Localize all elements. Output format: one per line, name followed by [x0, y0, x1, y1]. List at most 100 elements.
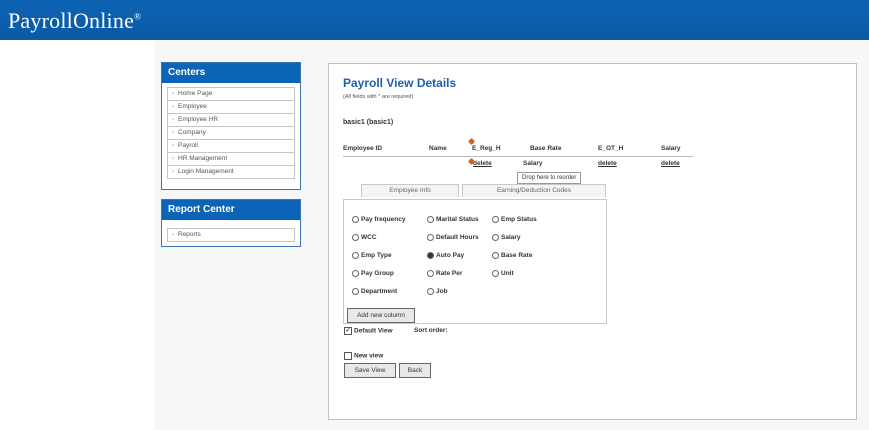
radio-icon — [427, 216, 434, 223]
option-label: Pay Group — [361, 270, 394, 278]
top-header-bar: PayrollOnline® — [0, 0, 869, 40]
radio-icon — [492, 234, 499, 241]
option-job[interactable]: Job — [427, 288, 448, 295]
sidebar-item-reports[interactable]: › Reports — [167, 228, 295, 242]
sort-order-label: Sort order: — [414, 327, 448, 334]
option-label: Unit — [501, 270, 514, 278]
option-emp-type[interactable]: Emp Type — [352, 252, 392, 259]
report-center-header: Report Center — [162, 200, 300, 220]
option-department[interactable]: Department — [352, 288, 397, 295]
option-label: Pay frequency — [361, 216, 406, 224]
registered-mark: ® — [134, 11, 142, 22]
column-header[interactable]: Salary — [661, 145, 681, 152]
new-view-label: New view — [354, 352, 384, 360]
view-name: basic1 (basic1) — [343, 119, 394, 126]
required-fields-note: (All fields with * are required) — [343, 94, 414, 100]
default-view-label: Default View — [354, 327, 393, 335]
option-salary[interactable]: Salary — [492, 234, 521, 241]
checkmark-icon: ✓ — [344, 327, 352, 335]
add-new-column-button[interactable]: Add new column — [347, 308, 415, 323]
option-wcc[interactable]: WCC — [352, 234, 377, 241]
option-auto-pay[interactable]: Auto Pay — [427, 252, 464, 259]
sidebar-item-employee[interactable]: › Employee — [167, 101, 295, 114]
option-emp-status[interactable]: Emp Status — [492, 216, 537, 223]
chevron-right-icon: › — [172, 104, 174, 110]
chevron-right-icon: › — [172, 169, 174, 175]
radio-icon — [352, 234, 359, 241]
column-header[interactable]: E_Reg_H — [472, 145, 501, 152]
radio-icon — [352, 252, 359, 259]
default-view-checkbox[interactable]: ✓ Default View — [344, 327, 393, 335]
delete-link[interactable]: delete — [473, 160, 492, 167]
delete-link[interactable]: delete — [598, 160, 617, 167]
header-divider — [343, 156, 693, 157]
option-rate-per[interactable]: Rate Per — [427, 270, 462, 277]
report-center-panel: Report Center › Reports — [161, 199, 301, 247]
sidebar-item-label: Payroll — [178, 142, 198, 149]
option-label: WCC — [361, 234, 377, 242]
column-header: Employee ID — [343, 145, 383, 152]
column-header[interactable]: Base Rate — [530, 145, 561, 152]
option-label: Auto Pay — [436, 252, 465, 260]
back-button[interactable]: Back — [399, 363, 431, 378]
sidebar-item-label: Employee — [178, 103, 207, 110]
option-pay-frequency[interactable]: Pay frequency — [352, 216, 405, 223]
app-name: PayrollOnline — [8, 8, 135, 33]
option-default-hours[interactable]: Default Hours — [427, 234, 479, 241]
chevron-right-icon: › — [172, 130, 174, 136]
save-view-button[interactable]: Save View — [344, 363, 396, 378]
option-label: Base Rate — [501, 252, 533, 260]
tab-employee-info[interactable]: Employee Info — [361, 184, 459, 197]
tab-earning-deduction-codes[interactable]: Earning/Deduction Codes — [462, 184, 606, 197]
chevron-right-icon: › — [172, 156, 174, 162]
sidebar-item-home-page[interactable]: › Home Page — [167, 87, 295, 101]
sidebar-item-hr-management[interactable]: › HR Management — [167, 153, 295, 166]
sidebar-item-payroll[interactable]: › Payroll — [167, 140, 295, 153]
chevron-right-icon: › — [172, 117, 174, 123]
checkbox-icon — [344, 352, 352, 360]
drop-marker-icon — [467, 137, 476, 146]
option-base-rate[interactable]: Base Rate — [492, 252, 532, 259]
sidebar-item-login-management[interactable]: › Login Management — [167, 166, 295, 179]
new-view-checkbox[interactable]: New view — [344, 352, 383, 360]
radio-icon — [492, 270, 499, 277]
dragging-column-label[interactable]: Salary — [523, 160, 543, 167]
option-label: Marital Status — [436, 216, 479, 224]
radio-icon — [352, 288, 359, 295]
centers-header: Centers — [162, 63, 300, 83]
delete-link[interactable]: delete — [661, 160, 680, 167]
option-marital-status[interactable]: Marital Status — [427, 216, 479, 223]
report-center-menu: › Reports — [167, 228, 295, 242]
option-pay-group[interactable]: Pay Group — [352, 270, 394, 277]
payroll-view-details-panel: Payroll View Details (All fields with * … — [328, 63, 857, 420]
sidebar-item-employee-hr[interactable]: › Employee HR — [167, 114, 295, 127]
radio-icon — [427, 288, 434, 295]
drop-tooltip: Drop here to reorder — [517, 172, 582, 184]
sidebar-item-label: Company — [178, 129, 206, 136]
radio-icon — [492, 252, 499, 259]
sidebar-item-company[interactable]: › Company — [167, 127, 295, 140]
option-label: Emp Status — [501, 216, 537, 224]
chevron-right-icon: › — [172, 143, 174, 149]
column-header[interactable]: E_OT_H — [598, 145, 623, 152]
column-options-box: Pay frequency Marital Status Emp Status … — [343, 199, 607, 324]
option-label: Department — [361, 288, 398, 296]
radio-icon — [427, 270, 434, 277]
column-header: Name — [429, 145, 447, 152]
option-label: Salary — [501, 234, 521, 242]
option-unit[interactable]: Unit — [492, 270, 514, 277]
chevron-right-icon: › — [172, 91, 174, 97]
option-label: Emp Type — [361, 252, 392, 260]
centers-menu: › Home Page › Employee › Employee HR › Compa… — [167, 87, 295, 179]
radio-icon — [492, 216, 499, 223]
option-label: Job — [436, 288, 448, 296]
sidebar-item-label: HR Management — [178, 155, 228, 162]
radio-icon — [352, 216, 359, 223]
radio-icon — [352, 270, 359, 277]
sidebar-item-label: Reports — [178, 231, 201, 238]
sidebar-item-label: Employee HR — [178, 116, 219, 123]
page-title: Payroll View Details — [343, 76, 457, 90]
centers-panel: Centers › Home Page › Employee › Employee H… — [161, 62, 301, 190]
option-label: Rate Per — [436, 270, 463, 278]
app-logo: PayrollOnline® — [8, 8, 141, 34]
